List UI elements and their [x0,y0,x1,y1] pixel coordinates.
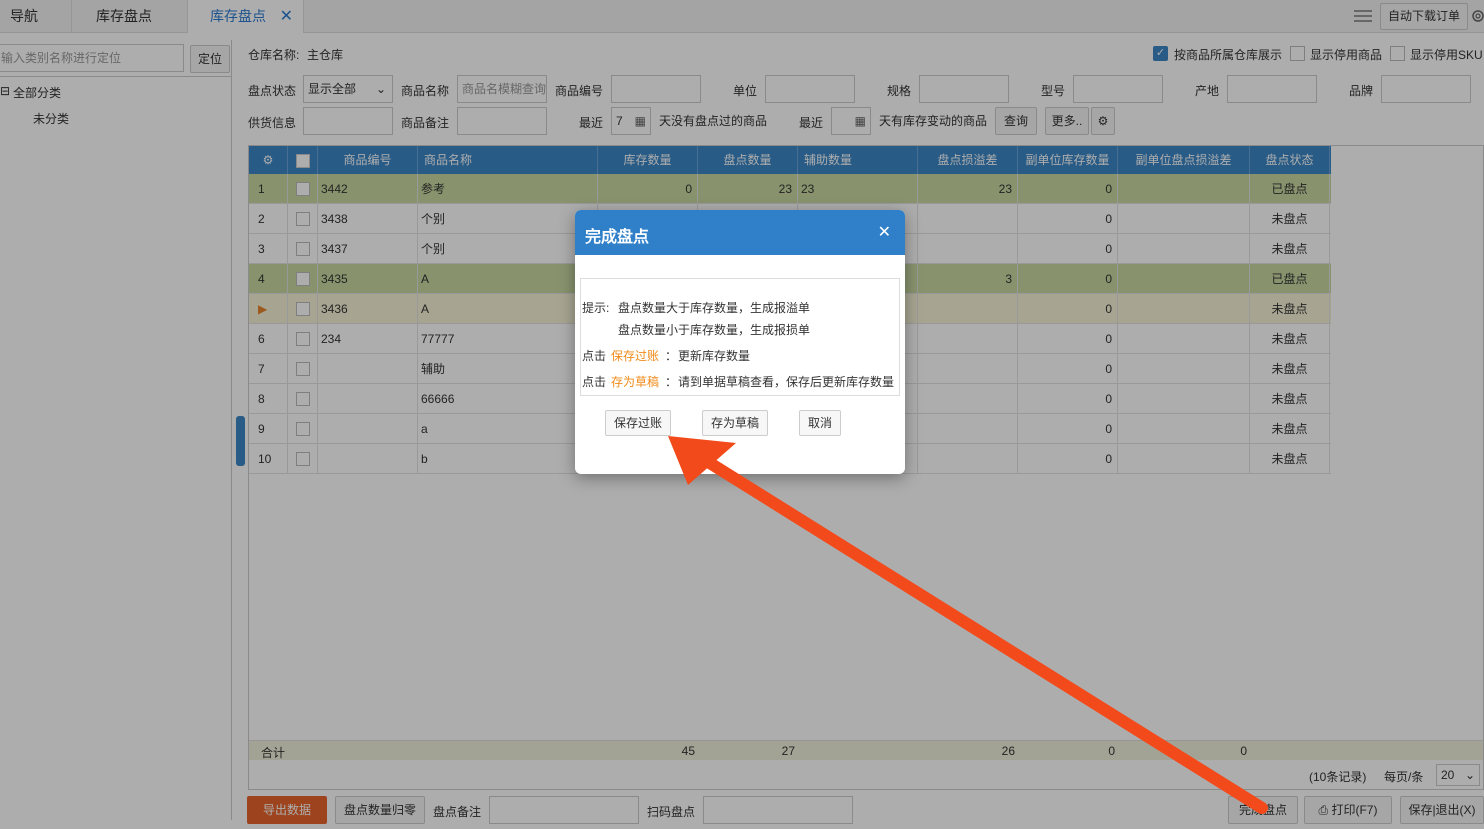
annotation-arrow [668,436,1268,814]
